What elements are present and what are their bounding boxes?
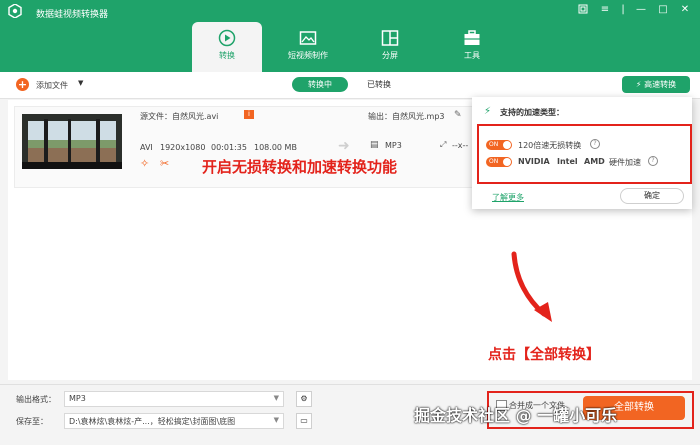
- tab-convert[interactable]: 转换: [192, 22, 262, 72]
- edit-icon[interactable]: ✎: [454, 110, 462, 120]
- arrow-right-icon: ➜: [338, 138, 350, 154]
- annotation-top: 开启无损转换和加速转换功能: [202, 158, 398, 176]
- maximize-icon[interactable]: □: [656, 4, 670, 15]
- folder-icon[interactable]: ▭: [296, 413, 312, 429]
- tab-split-screen[interactable]: 分屏: [355, 22, 425, 72]
- toolbar: + 添加文件 ▼ 转换中 已转换 ⚡ 高速转换: [0, 72, 700, 99]
- tab-split-screen-label: 分屏: [382, 51, 398, 60]
- user-icon[interactable]: [576, 4, 590, 17]
- format-value: MP3: [69, 394, 86, 403]
- image-icon: [299, 31, 317, 45]
- menu-icon[interactable]: ≡: [598, 4, 612, 15]
- fast-convert-button[interactable]: ⚡ 高速转换: [622, 76, 690, 93]
- tab-convert-label: 转换: [219, 51, 235, 60]
- source-file-name: 源文件：自然风光.avi: [140, 112, 219, 121]
- highlight-box-acceleration: [477, 124, 692, 184]
- format-select[interactable]: MP3 ▼: [64, 391, 284, 407]
- tab-short-video-label: 短视频制作: [288, 51, 328, 60]
- input-format: AVI: [140, 143, 153, 152]
- confirm-button[interactable]: 确定: [620, 188, 684, 204]
- output-file-name: 输出：自然风光.mp3: [368, 112, 445, 121]
- popup-title: 支持的加速类型：: [500, 108, 564, 117]
- convert-icon: [218, 29, 236, 47]
- output-format: MP3: [385, 141, 402, 150]
- title-bar: 数据蛙视频转换器 ≡ | — □ ✕ 转换 短视频制作 分屏 工具: [0, 0, 700, 72]
- separator: |: [621, 4, 625, 15]
- watermark: 掘金技术社区 @ 一罐小可乐: [414, 406, 618, 425]
- scissors-icon[interactable]: ✂: [160, 157, 169, 170]
- chevron-down-icon: ▼: [273, 394, 279, 402]
- format-settings-icon[interactable]: ⚙: [296, 391, 312, 407]
- input-resolution: 1920x1080: [160, 143, 206, 152]
- close-icon[interactable]: ✕: [678, 4, 692, 15]
- tab-converted[interactable]: 已转换: [352, 77, 406, 92]
- output-resolution: --x--: [452, 141, 469, 150]
- format-label: 输出格式：: [16, 395, 56, 404]
- lightning-icon: ⚡: [484, 106, 492, 117]
- resize-icon: ⤢: [440, 140, 447, 149]
- fast-convert-label: 高速转换: [644, 80, 677, 89]
- learn-more-link[interactable]: 了解更多: [492, 192, 524, 203]
- lightning-icon: ⚡: [635, 80, 642, 89]
- add-file-button[interactable]: 添加文件: [36, 80, 68, 91]
- tab-converting[interactable]: 转换中: [292, 77, 348, 92]
- input-size: 108.00 MB: [254, 143, 297, 152]
- toolbox-icon: [464, 30, 480, 45]
- app-title: 数据蛙视频转换器: [36, 10, 109, 20]
- save-path-value: D:\袁林炫\袁林炫-产...，轻松搞定\封面图\底图: [69, 417, 236, 426]
- annotation-bottom: 点击【全部转换】: [488, 347, 600, 363]
- info-icon[interactable]: i: [244, 110, 254, 119]
- split-screen-icon: [381, 30, 399, 46]
- arrow-annotation: [511, 251, 552, 322]
- add-icon[interactable]: +: [16, 78, 29, 91]
- tab-tools-label: 工具: [464, 51, 480, 60]
- video-thumbnail[interactable]: [22, 114, 122, 169]
- save-to-label: 保存至：: [16, 417, 48, 426]
- tab-short-video[interactable]: 短视频制作: [273, 22, 343, 72]
- minimize-icon[interactable]: —: [634, 4, 648, 15]
- app-logo-icon: [8, 4, 22, 18]
- audio-file-icon: ▤: [370, 140, 379, 150]
- magic-icon[interactable]: ✧: [140, 157, 149, 170]
- tab-tools[interactable]: 工具: [437, 22, 507, 72]
- input-duration: 00:01:35: [211, 143, 247, 152]
- save-path-select[interactable]: D:\袁林炫\袁林炫-产...，轻松搞定\封面图\底图 ▼: [64, 413, 284, 429]
- chevron-down-icon: ▼: [273, 416, 279, 424]
- chevron-down-icon[interactable]: ▼: [78, 79, 83, 87]
